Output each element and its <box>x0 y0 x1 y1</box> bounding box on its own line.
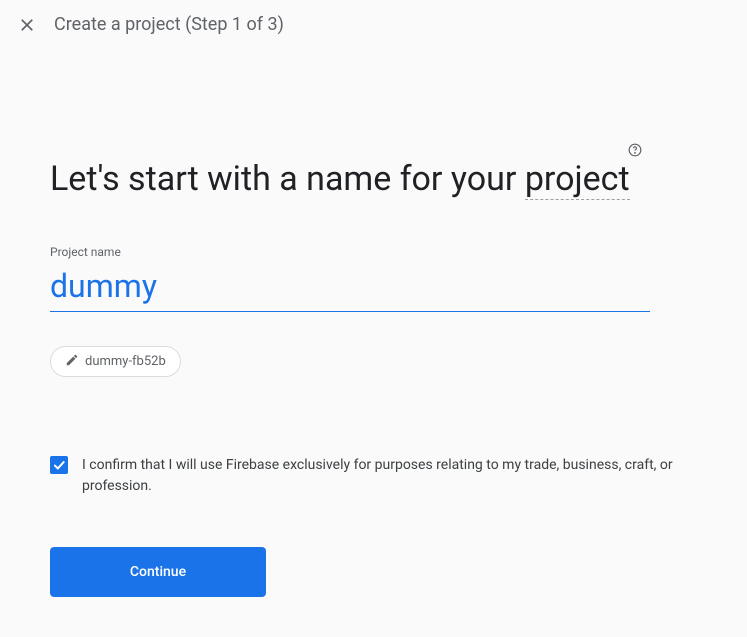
project-id-chip[interactable]: dummy-fb52b <box>50 346 181 377</box>
confirm-row: I confirm that I will use Firebase exclu… <box>50 455 697 497</box>
heading-prefix: Let's start with a name for your <box>50 159 525 199</box>
confirm-checkbox[interactable] <box>50 456 68 474</box>
content-area: Let's start with a name for your project… <box>0 154 747 597</box>
dialog-header: Create a project (Step 1 of 3) <box>0 0 747 49</box>
confirm-text: I confirm that I will use Firebase exclu… <box>82 455 697 497</box>
heading-project-word: project <box>525 159 630 200</box>
project-name-field: Project name <box>50 245 697 312</box>
close-icon[interactable] <box>18 16 36 34</box>
pencil-icon <box>65 352 79 371</box>
help-icon[interactable] <box>628 140 642 164</box>
project-name-input[interactable] <box>50 263 650 312</box>
continue-button[interactable]: Continue <box>50 547 266 597</box>
project-id-text: dummy-fb52b <box>85 354 166 369</box>
page-title: Let's start with a name for your project <box>50 154 697 205</box>
header-title: Create a project (Step 1 of 3) <box>54 14 284 35</box>
project-name-label: Project name <box>50 245 697 259</box>
